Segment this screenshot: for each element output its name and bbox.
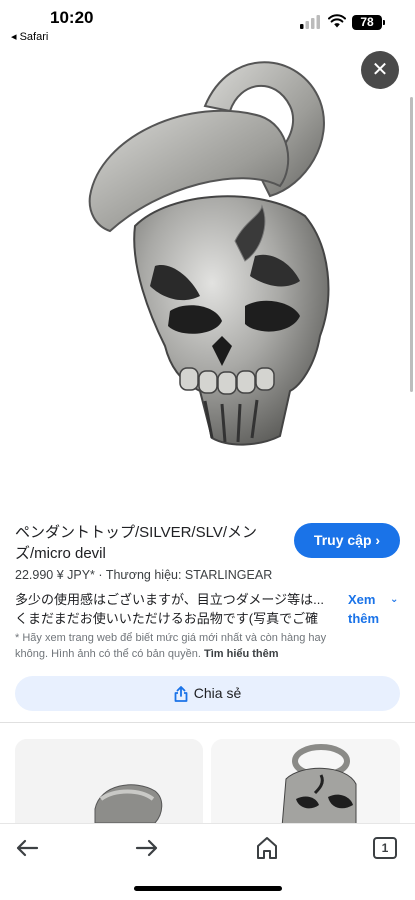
product-price: 22.990 ¥ JPY*	[15, 568, 95, 582]
forward-arrow-icon[interactable]	[133, 834, 161, 862]
product-title-line1: ペンダントトップ/SILVER/SLV/メン	[15, 524, 257, 541]
close-icon: ✕	[371, 59, 389, 81]
see-more-button[interactable]: Xem thêm ⌄	[348, 590, 400, 628]
product-title-line2: ズ/micro devil	[15, 545, 106, 562]
back-arrow-icon[interactable]	[13, 834, 41, 862]
related-ring-image	[15, 739, 203, 823]
product-title[interactable]: ペンダントトップ/SILVER/SLV/メン ズ/micro devil	[15, 522, 277, 564]
disclaimer-text: * Hãy xem trang web để biết mức giá mới …	[15, 630, 360, 662]
related-image-card[interactable]	[211, 739, 400, 823]
share-label: Chia sẻ	[193, 685, 242, 701]
close-button[interactable]: ✕	[361, 51, 399, 89]
product-description: 多少の使用感はございますが、目立つダメージ等は... くまだまだお使いいただける…	[15, 590, 343, 628]
back-to-app-link[interactable]: ◂ Safari	[11, 30, 48, 43]
description-line1: 多少の使用感はございますが、目立つダメージ等は...	[15, 592, 324, 607]
disclaimer-body: * Hãy xem trang web để biết mức giá mới …	[15, 632, 327, 660]
related-image-card[interactable]	[15, 739, 203, 823]
home-indicator	[134, 886, 282, 891]
cellular-signal-icon	[300, 15, 320, 29]
description-line2: くまだまだお使いいただけるお品物です(写真でご確	[15, 611, 319, 626]
product-image[interactable]	[0, 46, 415, 512]
related-skull-image	[211, 739, 400, 823]
learn-more-link[interactable]: Tìm hiểu thêm	[204, 648, 279, 660]
related-images	[0, 723, 415, 823]
status-time: 10:20	[50, 8, 94, 27]
see-more-label: Xem thêm	[348, 592, 380, 626]
separator-dot: ·	[98, 568, 103, 582]
battery-indicator: 78	[352, 15, 385, 30]
status-bar: 10:20 ◂ Safari 78	[0, 0, 415, 46]
tabs-button[interactable]: 1	[373, 837, 397, 859]
share-icon	[174, 685, 188, 702]
product-brand: Thương hiệu: STARLINGEAR	[105, 568, 273, 582]
price-brand-line: 22.990 ¥ JPY* · Thương hiệu: STARLINGEAR	[15, 568, 272, 582]
share-button[interactable]: Chia sẻ	[15, 676, 400, 711]
visit-label: Truy cập	[313, 532, 372, 548]
scroll-indicator	[410, 97, 413, 392]
chevron-right-icon: ›	[375, 532, 381, 548]
chevron-down-icon: ⌄	[390, 594, 399, 605]
skull-pendant-image	[88, 61, 330, 446]
browser-toolbar: 1	[0, 823, 415, 900]
tab-count: 1	[381, 841, 389, 855]
visit-button[interactable]: Truy cập ›	[294, 523, 400, 558]
wifi-icon	[328, 14, 346, 28]
product-info-panel: ペンダントトップ/SILVER/SLV/メン ズ/micro devil Tru…	[0, 512, 415, 722]
home-icon[interactable]	[253, 834, 281, 862]
